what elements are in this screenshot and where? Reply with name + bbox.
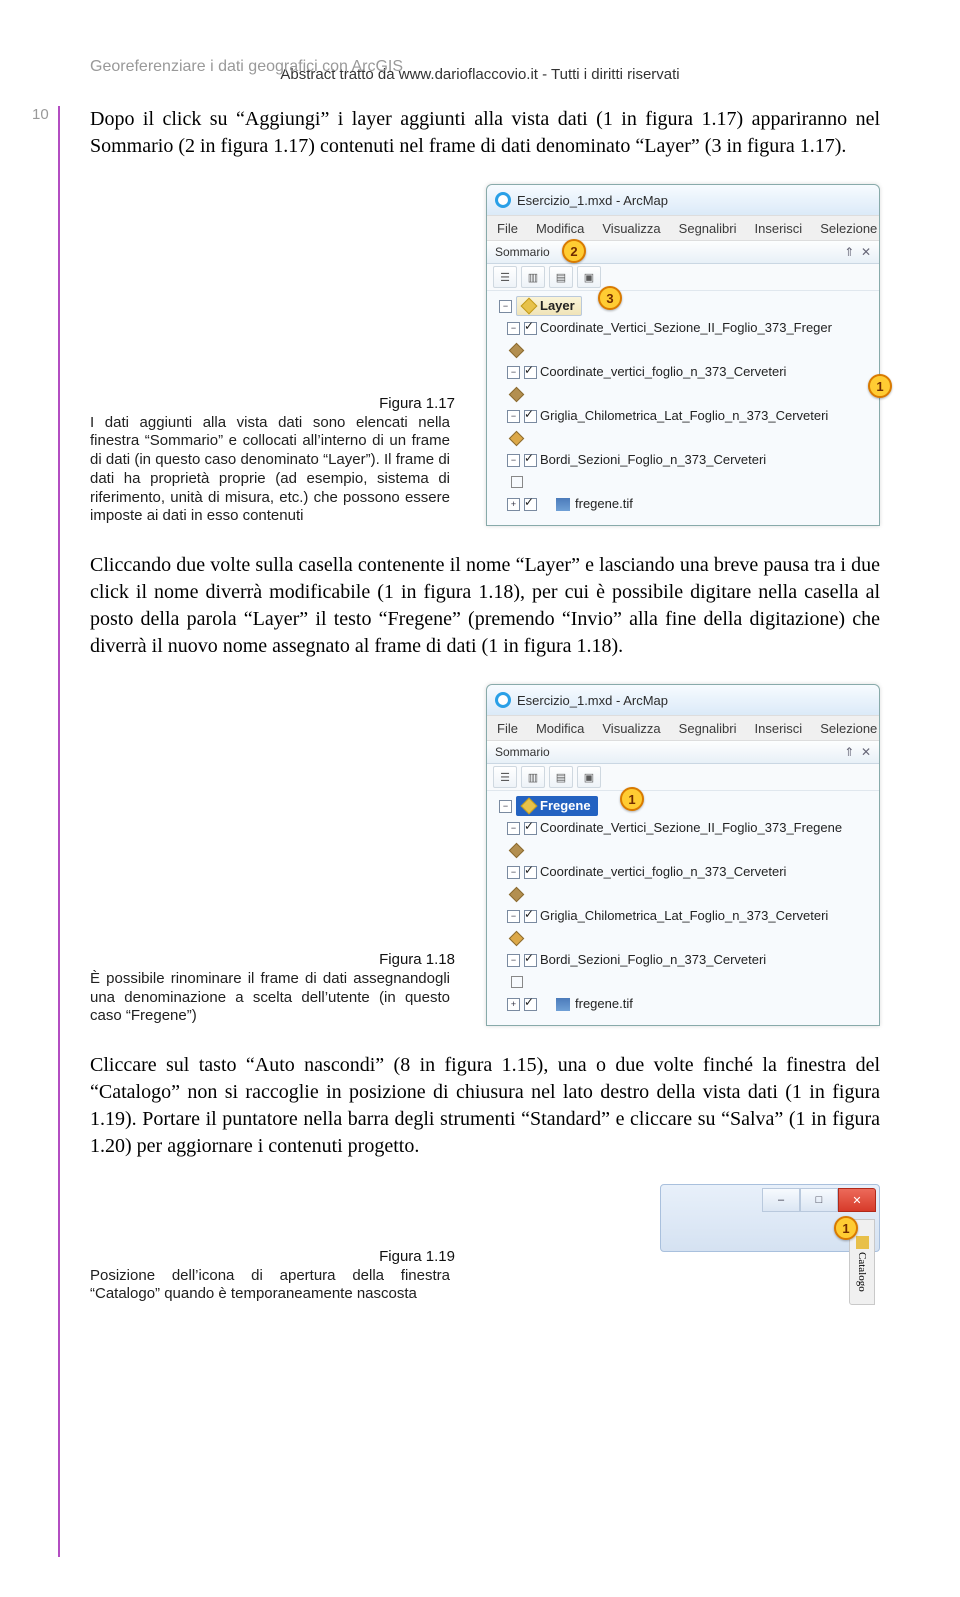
paragraph-2: Cliccando due volte sulla casella conten… — [90, 552, 880, 660]
point-symbol-icon — [509, 342, 525, 358]
fig117-window-title: Esercizio_1.mxd - ArcMap — [517, 193, 668, 208]
checkbox-icon[interactable] — [524, 410, 537, 423]
pin-icon[interactable]: ⇑ — [844, 745, 854, 759]
fig117-arcmap-window: Esercizio_1.mxd - ArcMap File Modifica V… — [486, 184, 880, 526]
panel-title: Sommario — [495, 245, 550, 259]
fig117-layer-2[interactable]: −Griglia_Chilometrica_Lat_Foglio_n_373_C… — [493, 405, 873, 427]
toc-btn-source-icon[interactable]: ▥ — [521, 266, 545, 288]
checkbox-icon[interactable] — [524, 910, 537, 923]
arcmap-icon — [495, 692, 511, 708]
fig119-label: Figura 1.19 — [90, 1248, 455, 1265]
callout-2: 2 — [562, 239, 586, 263]
vertical-rule — [58, 106, 60, 1557]
fig118-dataframe-label: Fregene — [540, 799, 591, 814]
point-symbol-icon — [509, 842, 525, 858]
toc-btn-visibility-icon[interactable]: ▤ — [549, 766, 573, 788]
menu-inserisci[interactable]: Inserisci — [755, 221, 803, 236]
checkbox-icon[interactable] — [524, 998, 537, 1011]
fig118-layer-3[interactable]: −Bordi_Sezioni_Foglio_n_373_Cerveteri — [493, 949, 873, 971]
checkbox-icon[interactable] — [524, 822, 537, 835]
callout-1: 1 — [868, 374, 892, 398]
menu-visualizza[interactable]: Visualizza — [602, 221, 660, 236]
toc-btn-source-icon[interactable]: ▥ — [521, 766, 545, 788]
fig118-label: Figura 1.18 — [90, 951, 455, 968]
maximize-button[interactable]: □ — [800, 1188, 838, 1212]
fig118-caption: È possibile rinominare il frame di dati … — [90, 970, 450, 1026]
toc-btn-selection-icon[interactable]: ▣ — [577, 266, 601, 288]
fig118-layer-1[interactable]: −Coordinate_vertici_foglio_n_373_Cervete… — [493, 861, 873, 883]
fig117-toc-toolbar: ☰ ▥ ▤ ▣ — [487, 264, 879, 291]
fig118-layer-2[interactable]: −Griglia_Chilometrica_Lat_Foglio_n_373_C… — [493, 905, 873, 927]
point-symbol-icon — [509, 930, 525, 946]
minimize-button[interactable]: – — [762, 1188, 800, 1212]
callout-3: 3 — [598, 286, 622, 310]
menu-selezione[interactable]: Selezione — [820, 721, 877, 736]
close-icon[interactable]: ✕ — [861, 245, 871, 259]
checkbox-icon[interactable] — [524, 866, 537, 879]
paragraph-1: Dopo il click su “Aggiungi” i layer aggi… — [90, 106, 880, 160]
polygon-symbol-icon — [511, 976, 523, 988]
menu-segnalibri[interactable]: Segnalibri — [679, 221, 737, 236]
menu-file[interactable]: File — [497, 721, 518, 736]
raster-icon — [556, 498, 570, 511]
callout-1: 1 — [834, 1216, 858, 1240]
toc-btn-list-icon[interactable]: ☰ — [493, 766, 517, 788]
fig118-layer-4[interactable]: +fregene.tif — [493, 993, 873, 1015]
paragraph-3: Cliccare sul tasto “Auto nascondi” (8 in… — [90, 1052, 880, 1160]
close-icon[interactable]: ✕ — [861, 745, 871, 759]
page-number: 10 — [32, 106, 49, 123]
fig117-toc-tree: −Layer −Coordinate_Vertici_Sezione_II_Fo… — [487, 291, 879, 525]
callout-1: 1 — [620, 787, 644, 811]
polygon-symbol-icon — [511, 476, 523, 488]
menu-selezione[interactable]: Selezione — [820, 221, 877, 236]
fig118-titlebar[interactable]: Esercizio_1.mxd - ArcMap — [487, 685, 879, 715]
fig117-layer-3[interactable]: −Bordi_Sezioni_Foglio_n_373_Cerveteri — [493, 449, 873, 471]
menu-visualizza[interactable]: Visualizza — [602, 721, 660, 736]
point-symbol-icon — [509, 430, 525, 446]
toc-btn-visibility-icon[interactable]: ▤ — [549, 266, 573, 288]
fig118-arcmap-window: Esercizio_1.mxd - ArcMap File Modifica V… — [486, 684, 880, 1026]
checkbox-icon[interactable] — [524, 322, 537, 335]
point-symbol-icon — [509, 386, 525, 402]
toc-btn-selection-icon[interactable]: ▣ — [577, 766, 601, 788]
running-head: Georeferenziare i dati geografici con Ar… — [90, 58, 880, 76]
arcmap-icon — [495, 192, 511, 208]
fig117-label: Figura 1.17 — [90, 395, 455, 412]
fig117-layer-4[interactable]: +fregene.tif — [493, 493, 873, 515]
fig119-caption: Posizione dell’icona di apertura della f… — [90, 1267, 450, 1305]
checkbox-icon[interactable] — [524, 954, 537, 967]
menu-modifica[interactable]: Modifica — [536, 221, 584, 236]
fig118-panel-header[interactable]: Sommario ⇑ ✕ — [487, 741, 879, 764]
fig118-toc-tree: −Fregene −Coordinate_Vertici_Sezione_II_… — [487, 791, 879, 1025]
menu-inserisci[interactable]: Inserisci — [755, 721, 803, 736]
fig117-layer-0[interactable]: −Coordinate_Vertici_Sezione_II_Foglio_37… — [493, 317, 873, 339]
fig117-dataframe-row[interactable]: −Layer — [493, 295, 873, 317]
fig117-dataframe-label: Layer — [540, 299, 575, 314]
toc-btn-list-icon[interactable]: ☰ — [493, 266, 517, 288]
fig118-window-title: Esercizio_1.mxd - ArcMap — [517, 693, 668, 708]
fig117-menubar[interactable]: File Modifica Visualizza Segnalibri Inse… — [487, 215, 879, 241]
fig117-layer-1[interactable]: −Coordinate_vertici_foglio_n_373_Cervete… — [493, 361, 873, 383]
menu-segnalibri[interactable]: Segnalibri — [679, 721, 737, 736]
checkbox-icon[interactable] — [524, 498, 537, 511]
checkbox-icon[interactable] — [524, 454, 537, 467]
menu-modifica[interactable]: Modifica — [536, 721, 584, 736]
fig118-toc-toolbar: ☰ ▥ ▤ ▣ — [487, 764, 879, 791]
fig118-dataframe-row[interactable]: −Fregene — [493, 795, 873, 817]
fig117-panel-header[interactable]: Sommario ⇑ ✕ — [487, 241, 879, 264]
fig118-menubar[interactable]: File Modifica Visualizza Segnalibri Inse… — [487, 715, 879, 741]
panel-title: Sommario — [495, 745, 550, 759]
close-button[interactable]: ✕ — [838, 1188, 876, 1212]
raster-icon — [556, 998, 570, 1011]
fig118-layer-0[interactable]: −Coordinate_Vertici_Sezione_II_Foglio_37… — [493, 817, 873, 839]
menu-file[interactable]: File — [497, 221, 518, 236]
checkbox-icon[interactable] — [524, 366, 537, 379]
point-symbol-icon — [509, 886, 525, 902]
pin-icon[interactable]: ⇑ — [844, 245, 854, 259]
fig117-titlebar[interactable]: Esercizio_1.mxd - ArcMap — [487, 185, 879, 215]
fig117-caption: I dati aggiunti alla vista dati sono ele… — [90, 414, 450, 527]
